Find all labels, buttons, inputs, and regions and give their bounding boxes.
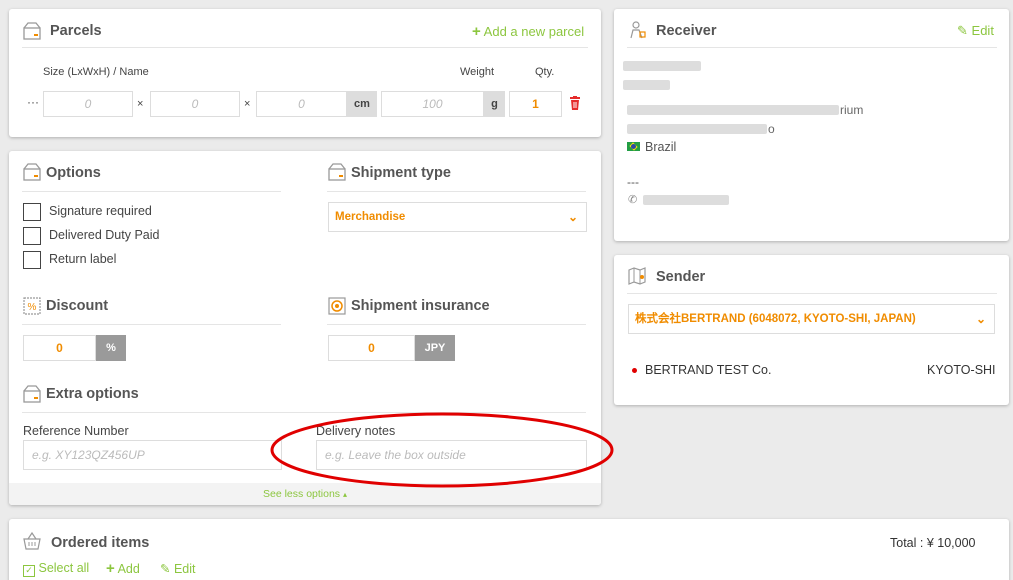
- add-label: Add: [117, 562, 140, 576]
- trash-icon[interactable]: [569, 96, 581, 110]
- sender-select[interactable]: 株式会社BERTRAND (6048072, KYOTO-SHI, JAPAN)…: [628, 304, 995, 334]
- pencil-icon: ✎: [957, 23, 968, 38]
- sender-selected: 株式会社BERTRAND (6048072, KYOTO-SHI, JAPAN): [635, 313, 916, 325]
- ordered-total: Total : ¥ 10,000: [890, 536, 976, 550]
- annotation-ellipse: [270, 412, 614, 488]
- insurance-title: Shipment insurance: [351, 298, 490, 314]
- g-unit: g: [484, 91, 505, 117]
- qty-input[interactable]: 1: [509, 91, 562, 117]
- chevron-down-icon: ⌄: [975, 312, 986, 326]
- shipment-type-value: Merchandise: [335, 211, 406, 223]
- plus-icon: +: [472, 23, 481, 40]
- checkbox-icon: ✓: [23, 565, 35, 577]
- add-parcel-link[interactable]: + Add a new parcel: [472, 23, 584, 40]
- divider: [327, 191, 586, 192]
- drag-handle[interactable]: ···: [27, 95, 39, 109]
- redacted-address-2: [627, 124, 767, 134]
- box-icon: [328, 163, 346, 181]
- receiver-title: Receiver: [656, 23, 717, 39]
- insurance-input[interactable]: 0: [328, 335, 415, 361]
- receiver-card: Receiver ✎ Edit rium o Brazil --- ✆: [614, 9, 1009, 241]
- divider: [22, 191, 281, 192]
- see-less-label: See less options: [263, 488, 341, 500]
- redacted-phone: [643, 195, 729, 205]
- reference-input[interactable]: e.g. XY123QZ456UP: [23, 440, 282, 470]
- jpy-unit: JPY: [415, 335, 455, 361]
- weight-header: Weight: [460, 66, 495, 78]
- return-label-label: Return label: [49, 252, 117, 266]
- discount-title: Discount: [46, 298, 109, 314]
- parcels-card: Parcels + Add a new parcel Size (LxWxH) …: [9, 9, 601, 137]
- insurance-icon: [328, 297, 346, 315]
- percent-unit: %: [96, 335, 126, 361]
- return-label-checkbox[interactable]: [23, 251, 41, 269]
- map-icon: [628, 267, 646, 285]
- dashes: ---: [627, 175, 639, 189]
- chevron-down-icon: ⌄: [567, 210, 578, 224]
- sender-city: KYOTO-SHI: [927, 363, 996, 377]
- divider: [327, 324, 586, 325]
- weight-input[interactable]: 100: [381, 91, 484, 117]
- cm-unit: cm: [347, 91, 377, 117]
- size-header: Size (LxWxH) / Name: [43, 66, 149, 78]
- svg-text:%: %: [28, 302, 37, 313]
- box-icon: [23, 385, 41, 403]
- ordered-items-card: Ordered items Total : ¥ 10,000 ✓ Select …: [9, 519, 1009, 580]
- sender-company: BERTRAND TEST Co.: [645, 363, 772, 377]
- edit-label: Edit: [971, 23, 994, 38]
- parcels-title: Parcels: [50, 23, 102, 39]
- box-icon: [23, 22, 41, 40]
- divider: [627, 47, 997, 48]
- brazil-flag-icon: [627, 142, 640, 151]
- select-all-link[interactable]: ✓ Select all: [23, 561, 89, 577]
- redacted-address: [627, 105, 839, 115]
- box-icon: [23, 163, 41, 181]
- qty-header: Qty.: [535, 66, 555, 78]
- divider: [627, 293, 997, 294]
- address-tail: rium: [840, 103, 864, 117]
- divider: [22, 324, 281, 325]
- extra-options-title: Extra options: [46, 386, 139, 402]
- receiver-country: Brazil: [645, 140, 677, 154]
- basket-icon: [23, 531, 41, 550]
- shipment-type-title: Shipment type: [351, 165, 451, 181]
- sender-card: Sender 株式会社BERTRAND (6048072, KYOTO-SHI,…: [614, 255, 1009, 405]
- sender-title: Sender: [656, 269, 706, 285]
- times-sign: ×: [137, 98, 144, 110]
- reference-label: Reference Number: [23, 424, 129, 438]
- receiver-icon: [630, 21, 646, 39]
- plus-icon: +: [106, 560, 115, 577]
- phone-icon: ✆: [628, 194, 638, 206]
- width-input[interactable]: 0: [150, 91, 240, 117]
- redacted-company: [623, 80, 670, 90]
- add-parcel-label: Add a new parcel: [483, 24, 585, 39]
- length-input[interactable]: 0: [43, 91, 133, 117]
- height-input[interactable]: 0: [256, 91, 347, 117]
- japan-flag-icon: [632, 368, 637, 373]
- times-sign: ×: [244, 98, 251, 110]
- signature-checkbox[interactable]: [23, 203, 41, 221]
- ordered-items-title: Ordered items: [51, 535, 150, 551]
- ddp-label: Delivered Duty Paid: [49, 228, 160, 242]
- receiver-edit-link[interactable]: ✎ Edit: [957, 23, 994, 39]
- divider: [22, 47, 588, 48]
- options-title: Options: [46, 165, 101, 181]
- chevron-up-icon: ▴: [342, 490, 347, 499]
- discount-input[interactable]: 0: [23, 335, 96, 361]
- edit-items-link[interactable]: ✎ Edit: [160, 561, 196, 576]
- pencil-icon: ✎: [160, 562, 171, 576]
- signature-label: Signature required: [49, 204, 152, 218]
- edit-label: Edit: [173, 562, 196, 576]
- percent-icon: %: [23, 297, 41, 315]
- address-tail-2: o: [768, 122, 775, 136]
- add-item-link[interactable]: + Add: [106, 560, 140, 577]
- shipment-type-select[interactable]: Merchandise ⌄: [328, 202, 587, 232]
- redacted-name: [623, 61, 701, 71]
- ddp-checkbox[interactable]: [23, 227, 41, 245]
- select-all-label: Select all: [38, 561, 90, 575]
